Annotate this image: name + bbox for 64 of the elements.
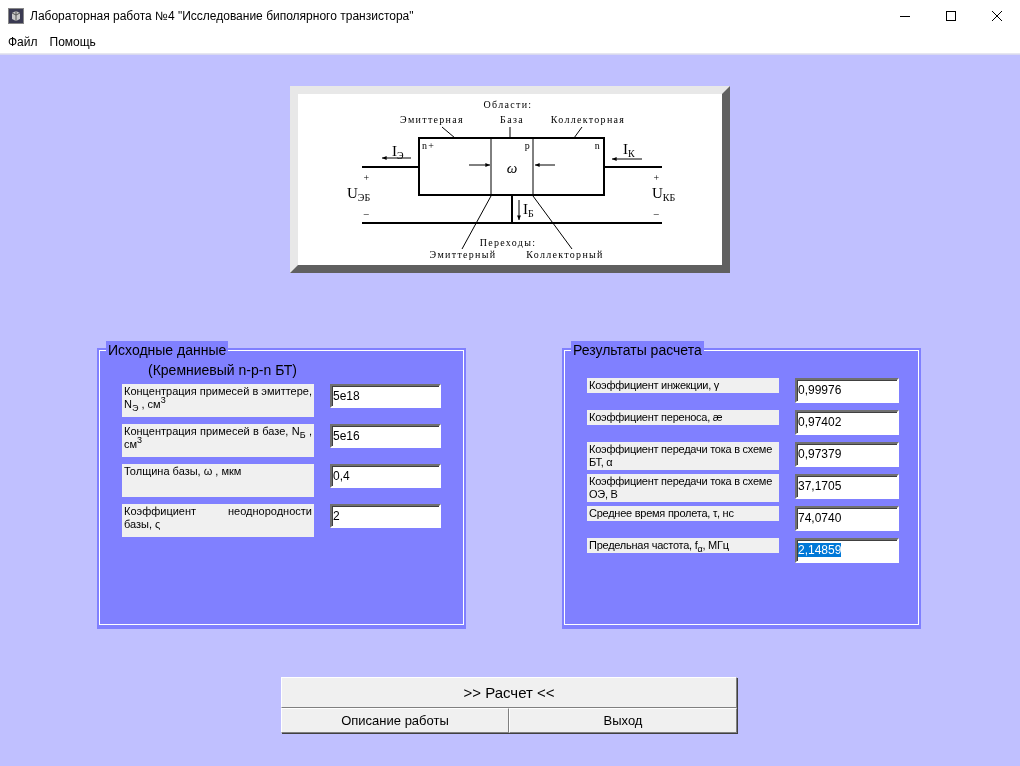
app-icon bbox=[8, 7, 24, 24]
input-field[interactable]: 0,97402 bbox=[795, 410, 899, 435]
leader-line bbox=[441, 126, 456, 139]
polarity-sign: + bbox=[363, 172, 371, 183]
polarity-sign: + bbox=[653, 172, 661, 183]
field-label: Предельная частота, f$_{α}$, МГц bbox=[587, 538, 779, 553]
field-label: Коэффициент инжекции, γ bbox=[587, 378, 779, 393]
diagram-heading: Области: bbox=[483, 99, 533, 110]
arrow bbox=[468, 163, 491, 167]
field-label: Коэффициент переноса, æ bbox=[587, 410, 779, 425]
field-label: Концентрация примесей в эмиттере, N$_{Э}$ , см$^{3}$ bbox=[122, 384, 314, 417]
calculate-button[interactable]: >> Расчет << bbox=[281, 677, 737, 708]
menu-item[interactable]: Помощь bbox=[43, 35, 102, 49]
junction-line bbox=[532, 137, 534, 196]
menu-item[interactable]: Файл bbox=[2, 35, 44, 49]
input-field[interactable]: 2,14859 bbox=[795, 538, 899, 563]
field-label: Коэффициент передачи тока в схеме ОЭ, В bbox=[587, 474, 779, 502]
arrow bbox=[611, 157, 643, 161]
field-label: Среднее время пролета, τ, нс bbox=[587, 506, 779, 521]
region-label: База bbox=[500, 114, 524, 125]
arrow bbox=[517, 199, 521, 221]
leader-line bbox=[573, 126, 583, 139]
field-label: Толщина базы, ω , мкм bbox=[122, 464, 314, 497]
maximize-icon bbox=[946, 10, 956, 21]
panel-subtitle: (Кремниевый n-p-n БТ) bbox=[148, 362, 298, 378]
input-field[interactable]: 0,99976 bbox=[795, 378, 899, 403]
input-field[interactable]: 5e16 bbox=[330, 424, 441, 448]
polarity-sign: – bbox=[653, 208, 661, 219]
window-title: Лабораторная работа №4 "Исследование биполярного транзистора" bbox=[30, 8, 415, 23]
leader-line bbox=[532, 195, 573, 250]
leader-line bbox=[509, 126, 511, 139]
region-label: Эмиттерная bbox=[400, 114, 464, 125]
polarity-sign: – bbox=[363, 208, 371, 219]
field-label: Концентрация примесей в базе, N$_{Б}$ , см$^{3}$ bbox=[122, 424, 314, 457]
close-icon bbox=[992, 10, 1002, 21]
input-field[interactable]: 0,97379 bbox=[795, 442, 899, 467]
doping-label: n+ bbox=[422, 140, 436, 151]
junction-label: Эмиттерный bbox=[429, 249, 497, 260]
current-label: I$_{К}$ bbox=[623, 141, 635, 159]
input-field[interactable]: 37,1705 bbox=[795, 474, 899, 499]
region-label: Коллекторная bbox=[550, 114, 626, 125]
input-field[interactable]: 2 bbox=[330, 504, 441, 528]
doping-label: n bbox=[594, 140, 601, 151]
voltage-label: U$_{КБ}$ bbox=[652, 185, 676, 203]
input-field[interactable]: 5e18 bbox=[330, 384, 441, 408]
diagram-heading: Переходы: bbox=[479, 237, 537, 248]
wire bbox=[361, 166, 420, 168]
input-field[interactable]: 0,4 bbox=[330, 464, 441, 488]
width-symbol: ω bbox=[506, 160, 518, 176]
junction-line bbox=[490, 137, 492, 196]
panel-title: Исходные данные bbox=[106, 341, 229, 359]
wire bbox=[603, 166, 663, 168]
panel-title: Результаты расчета bbox=[571, 341, 704, 359]
action-button[interactable]: Описание работы bbox=[281, 708, 509, 733]
input-field[interactable]: 74,0740 bbox=[795, 506, 899, 531]
action-button[interactable]: Выход bbox=[509, 708, 737, 733]
field-label: Коэффициент неоднородности базы, ς bbox=[122, 504, 314, 537]
current-label: I$_{Б}$ bbox=[523, 201, 534, 219]
field-label: Коэффициент передачи тока в схеме БТ, α bbox=[587, 442, 779, 470]
junction-label: Коллекторный bbox=[526, 249, 604, 260]
voltage-label: U$_{ЭБ}$ bbox=[347, 185, 371, 203]
doping-label: p bbox=[524, 140, 531, 151]
current-label: I$_{Э}$ bbox=[392, 143, 404, 161]
arrow bbox=[534, 163, 556, 167]
